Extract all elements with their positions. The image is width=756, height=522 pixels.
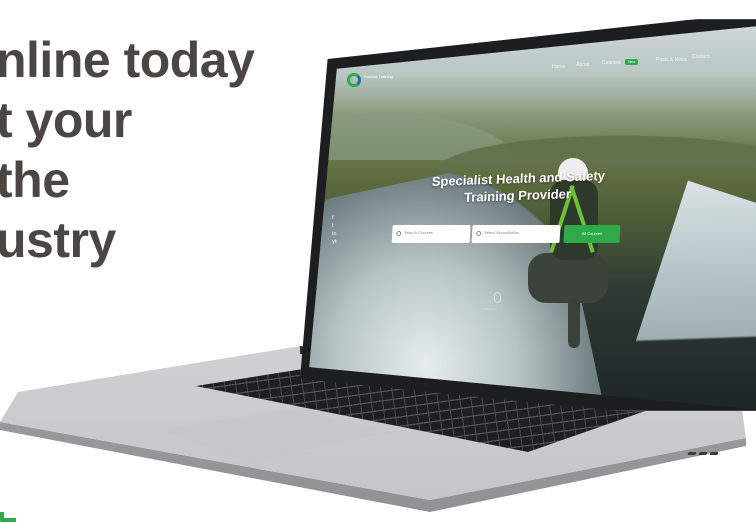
youtube-icon[interactable]: yt: [332, 239, 338, 247]
course-search-bar: Search Courses Select Accreditation All …: [391, 224, 625, 245]
usb-port-icon: [687, 452, 697, 455]
scroll-hint: scroll down: [482, 307, 498, 311]
nav-contact[interactable]: Contact: [692, 54, 709, 60]
site-logo-icon[interactable]: [347, 73, 361, 87]
search-courses-placeholder: Search Courses: [404, 229, 434, 235]
nav-posts-news[interactable]: Posts & News: [656, 57, 687, 63]
laptop-ports: [687, 440, 728, 455]
twitter-icon[interactable]: t: [332, 223, 338, 231]
hero-title: Specialist Health and Safety Training Pr…: [417, 166, 619, 207]
search-icon: [396, 230, 402, 237]
website-screen: Sunrise Training Home About Courses New …: [309, 25, 756, 410]
turbine-blade-image: [619, 180, 756, 410]
laptop-mockup: Sunrise Training Home About Courses New …: [0, 0, 756, 522]
usb-port-icon: [698, 452, 708, 455]
accreditation-placeholder: Select Accreditation: [484, 229, 520, 235]
filter-icon: [475, 230, 482, 237]
all-courses-button[interactable]: All Courses: [563, 224, 621, 244]
site-logo-text[interactable]: Sunrise Training: [364, 74, 393, 79]
social-links: f t in yt: [332, 215, 338, 247]
usb-port-icon: [709, 452, 719, 455]
scroll-mouse-icon[interactable]: [494, 292, 501, 303]
nav-home[interactable]: Home: [552, 64, 565, 70]
laptop-screen-assembly: Sunrise Training Home About Courses New …: [300, 20, 756, 410]
nav-about[interactable]: About: [576, 62, 589, 68]
accreditation-select[interactable]: Select Accreditation: [471, 224, 561, 244]
nav-courses-new-badge: New: [625, 59, 639, 65]
search-courses-field[interactable]: Search Courses: [391, 224, 471, 244]
nav-courses[interactable]: Courses: [602, 60, 621, 66]
linkedin-icon[interactable]: in: [332, 231, 338, 239]
facebook-icon[interactable]: f: [332, 215, 338, 223]
